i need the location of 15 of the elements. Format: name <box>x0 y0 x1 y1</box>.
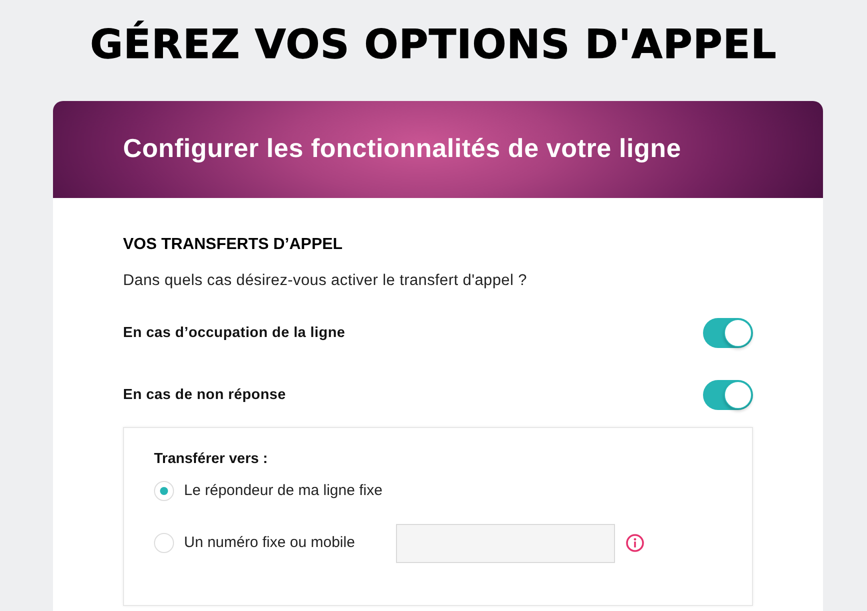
radio-label[interactable]: Un numéro fixe ou mobile <box>184 534 355 551</box>
question-text: Dans quels cas désirez-vous activer le transfert d'appel ? <box>123 271 527 291</box>
page-title: GÉREZ VOS OPTIONS D'APPEL <box>90 20 777 70</box>
radio-button[interactable] <box>154 533 174 553</box>
radio-label[interactable]: Le répondeur de ma ligne fixe <box>184 482 382 499</box>
toggle-switch[interactable] <box>703 318 753 348</box>
toggle-label: En cas de non réponse <box>123 387 286 403</box>
toggle-label: En cas d’occupation de la ligne <box>123 325 346 341</box>
toggle-switch[interactable] <box>703 380 753 410</box>
panel-title: Transférer vers : <box>154 450 268 469</box>
card-header-title: Configurer les fonctionnalités de votre ligne <box>123 133 682 165</box>
section-title: VOS TRANSFERTS D’APPEL <box>123 235 343 255</box>
info-icon[interactable] <box>626 534 644 552</box>
radio-button[interactable] <box>154 481 174 501</box>
phone-number-field[interactable] <box>396 524 615 562</box>
